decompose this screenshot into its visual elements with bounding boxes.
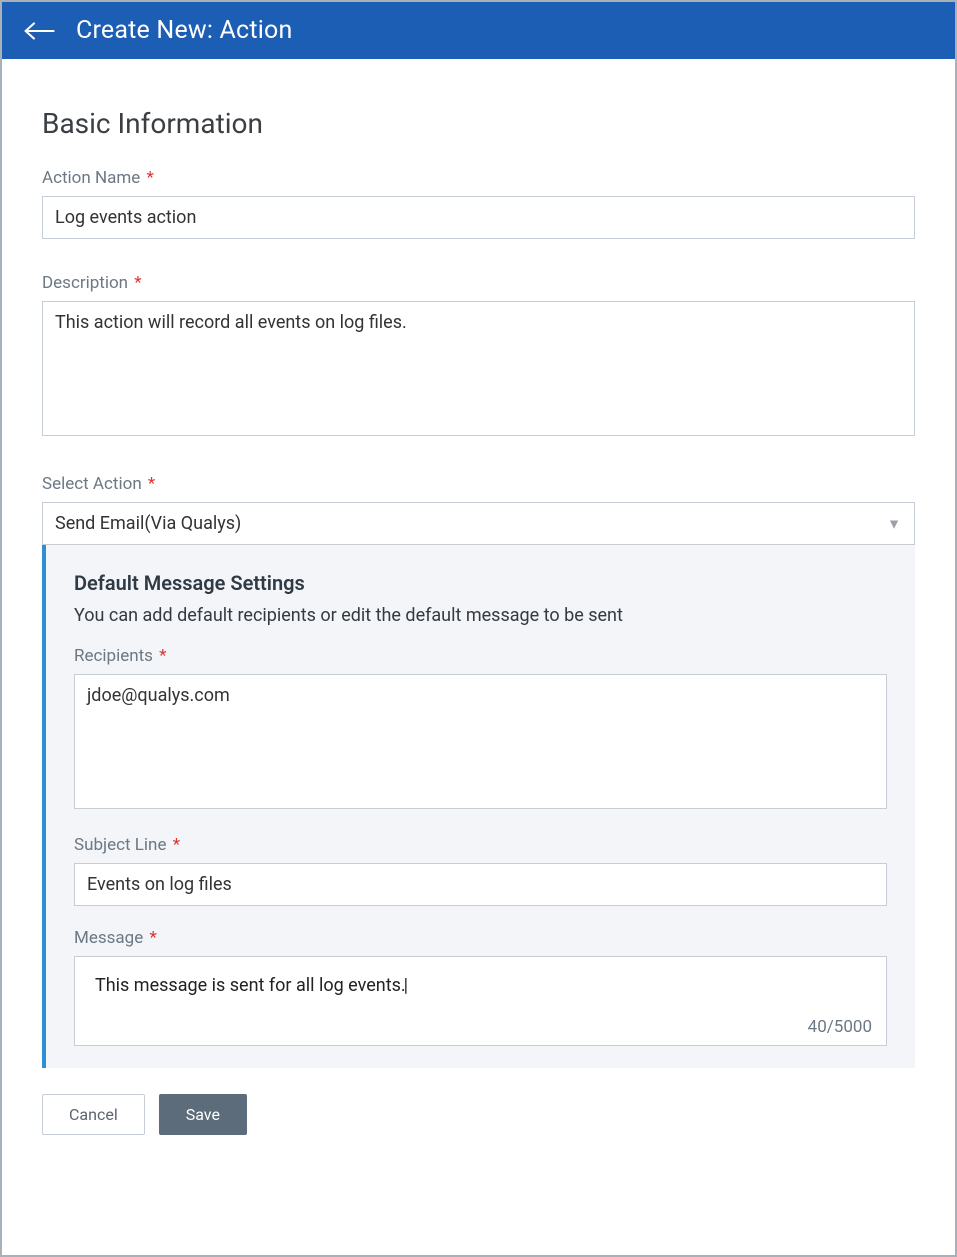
section-title: Basic Information: [42, 107, 915, 140]
cancel-button[interactable]: Cancel: [42, 1094, 145, 1135]
content-area: Basic Information Action Name * Descript…: [2, 59, 955, 1255]
message-input-wrapper[interactable]: This message is sent for all log events.…: [74, 956, 887, 1046]
required-indicator: *: [134, 273, 141, 293]
field-subject: Subject Line *: [74, 835, 887, 906]
action-name-label: Action Name *: [42, 168, 915, 188]
action-name-input[interactable]: [42, 196, 915, 239]
recipients-label-text: Recipients: [74, 646, 153, 666]
field-select-action: Select Action * Send Email(Via Qualys) ▼: [42, 474, 915, 545]
save-button[interactable]: Save: [159, 1094, 247, 1135]
recipients-label: Recipients *: [74, 646, 887, 666]
message-char-count: 40/5000: [808, 1017, 872, 1037]
message-label-text: Message: [74, 928, 143, 948]
select-action-dropdown[interactable]: Send Email(Via Qualys): [42, 502, 915, 545]
select-action-wrapper[interactable]: Send Email(Via Qualys) ▼: [42, 502, 915, 545]
required-indicator: *: [148, 474, 155, 494]
subject-input[interactable]: [74, 863, 887, 906]
default-message-settings-panel: Default Message Settings You can add def…: [42, 545, 915, 1068]
description-input[interactable]: [42, 301, 915, 436]
required-indicator: *: [149, 928, 156, 948]
select-action-label-text: Select Action: [42, 474, 142, 494]
message-text[interactable]: This message is sent for all log events.: [95, 975, 408, 996]
back-arrow-icon[interactable]: [22, 17, 58, 45]
action-name-label-text: Action Name: [42, 168, 140, 188]
message-label: Message *: [74, 928, 887, 948]
description-label-text: Description: [42, 273, 128, 293]
panel-title: Default Message Settings: [74, 571, 887, 595]
subject-label: Subject Line *: [74, 835, 887, 855]
subject-label-text: Subject Line: [74, 835, 166, 855]
required-indicator: *: [147, 168, 154, 188]
header-bar: Create New: Action: [2, 2, 955, 59]
footer-buttons: Cancel Save: [42, 1074, 915, 1135]
panel-subtitle: You can add default recipients or edit t…: [74, 605, 887, 626]
header-title: Create New: Action: [76, 16, 292, 45]
field-action-name: Action Name *: [42, 168, 915, 239]
field-description: Description *: [42, 273, 915, 440]
field-message: Message * This message is sent for all l…: [74, 928, 887, 1046]
recipients-input[interactable]: [74, 674, 887, 809]
select-action-label: Select Action *: [42, 474, 915, 494]
required-indicator: *: [173, 835, 180, 855]
field-recipients: Recipients *: [74, 646, 887, 813]
required-indicator: *: [159, 646, 166, 666]
description-label: Description *: [42, 273, 915, 293]
